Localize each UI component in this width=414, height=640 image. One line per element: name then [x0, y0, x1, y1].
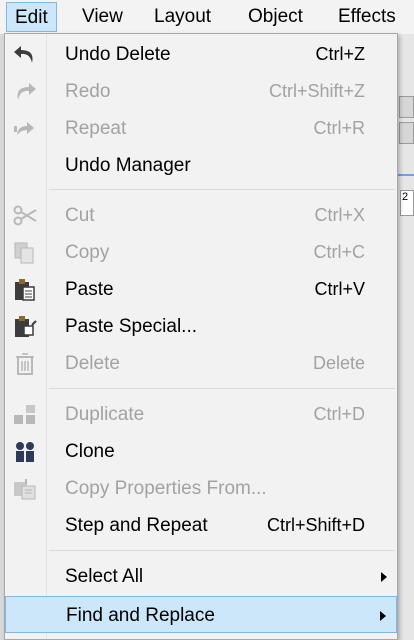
menu-item-label: Copy	[65, 242, 110, 263]
menu-item-label: Find and Replace	[66, 605, 215, 626]
menu-item-label: Repeat	[65, 118, 127, 139]
menu-separator	[49, 388, 395, 389]
trash-icon	[11, 350, 39, 378]
ruler-number: 2	[402, 191, 409, 203]
scissors-icon	[11, 202, 39, 230]
menu-effects[interactable]: Effects	[330, 2, 404, 32]
menu-item-redo[interactable]: Redo Ctrl+Shift+Z	[5, 73, 397, 110]
copy-icon	[11, 239, 39, 267]
menu-item-shortcut: Ctrl+Z	[315, 44, 366, 64]
clone-icon	[11, 438, 39, 466]
menu-item-undo-delete[interactable]: Undo Delete Ctrl+Z	[5, 36, 397, 73]
menu-item-label: Copy Properties From...	[65, 478, 267, 499]
paste-icon	[11, 276, 39, 304]
menu-edit-label: Edit	[15, 7, 48, 28]
background-spin-button[interactable]	[399, 122, 414, 144]
menu-item-select-all[interactable]: Select All	[5, 558, 397, 595]
undo-icon	[11, 41, 39, 69]
menu-edit[interactable]: Edit	[6, 2, 57, 32]
menu-item-delete[interactable]: Delete Delete	[5, 345, 397, 382]
menu-separator	[49, 550, 395, 551]
menu-item-cut[interactable]: Cut Ctrl+X	[5, 197, 397, 234]
duplicate-icon	[11, 401, 39, 429]
menu-item-label: Clone	[65, 441, 115, 462]
menu-item-shortcut: Delete	[312, 353, 365, 373]
menu-item-label: Undo Delete	[65, 44, 171, 65]
menu-item-shortcut: Ctrl+X	[314, 205, 365, 225]
menu-item-copy-properties-from[interactable]: Copy Properties From...	[5, 470, 397, 507]
background-spin-button[interactable]	[399, 96, 414, 118]
menu-separator	[49, 189, 395, 190]
menu-item-label: Paste	[65, 279, 114, 300]
menu-bar: Edit View Layout Object Effects	[0, 0, 414, 35]
menu-item-copy[interactable]: Copy Ctrl+C	[5, 234, 397, 271]
menu-item-label: Cut	[65, 205, 95, 226]
menu-view-label: View	[82, 6, 123, 27]
menu-item-label: Undo Manager	[65, 155, 191, 176]
menu-item-label: Duplicate	[65, 404, 145, 425]
redo-icon	[11, 78, 39, 106]
menu-item-paste-special[interactable]: Paste Special...	[5, 308, 397, 345]
menu-item-label: Select All	[65, 566, 144, 587]
menu-layout-label: Layout	[154, 6, 212, 27]
menu-item-repeat[interactable]: Repeat Ctrl+R	[5, 110, 397, 147]
paste-special-icon	[11, 313, 39, 341]
menu-item-shortcut: Ctrl+Shift+Z	[268, 81, 365, 101]
menu-item-clone[interactable]: Clone	[5, 433, 397, 470]
menu-layout[interactable]: Layout	[146, 2, 219, 32]
menu-item-find-and-replace[interactable]: Find and Replace	[5, 596, 397, 633]
menu-item-shortcut: Ctrl+V	[314, 279, 365, 299]
menu-item-paste[interactable]: Paste Ctrl+V	[5, 271, 397, 308]
menu-item-label: Step and Repeat	[65, 515, 208, 536]
menu-item-duplicate[interactable]: Duplicate Ctrl+D	[5, 396, 397, 433]
menu-object[interactable]: Object	[240, 2, 311, 32]
edit-menu: Undo Delete Ctrl+Z Redo Ctrl+Shift+Z Rep…	[4, 33, 398, 640]
submenu-arrow-icon	[381, 572, 387, 582]
menu-view[interactable]: View	[74, 2, 131, 32]
menu-object-label: Object	[248, 6, 303, 27]
menu-item-step-and-repeat[interactable]: Step and Repeat Ctrl+Shift+D	[5, 507, 397, 544]
background-accent-line	[396, 174, 414, 176]
menu-item-shortcut: Ctrl+R	[313, 118, 365, 138]
submenu-arrow-icon	[380, 611, 386, 621]
menu-item-label: Paste Special...	[65, 316, 198, 337]
menu-effects-label: Effects	[338, 6, 396, 27]
menu-item-undo-manager[interactable]: Undo Manager	[5, 147, 397, 184]
copy-properties-icon	[11, 475, 39, 503]
menu-item-shortcut: Ctrl+Shift+D	[266, 515, 365, 535]
repeat-icon	[11, 115, 39, 143]
menu-item-label: Delete	[65, 353, 120, 374]
menu-item-shortcut: Ctrl+D	[313, 404, 365, 424]
menu-item-label: Redo	[65, 81, 111, 102]
background-ruler: 2	[400, 190, 414, 216]
menu-item-shortcut: Ctrl+C	[313, 242, 365, 262]
